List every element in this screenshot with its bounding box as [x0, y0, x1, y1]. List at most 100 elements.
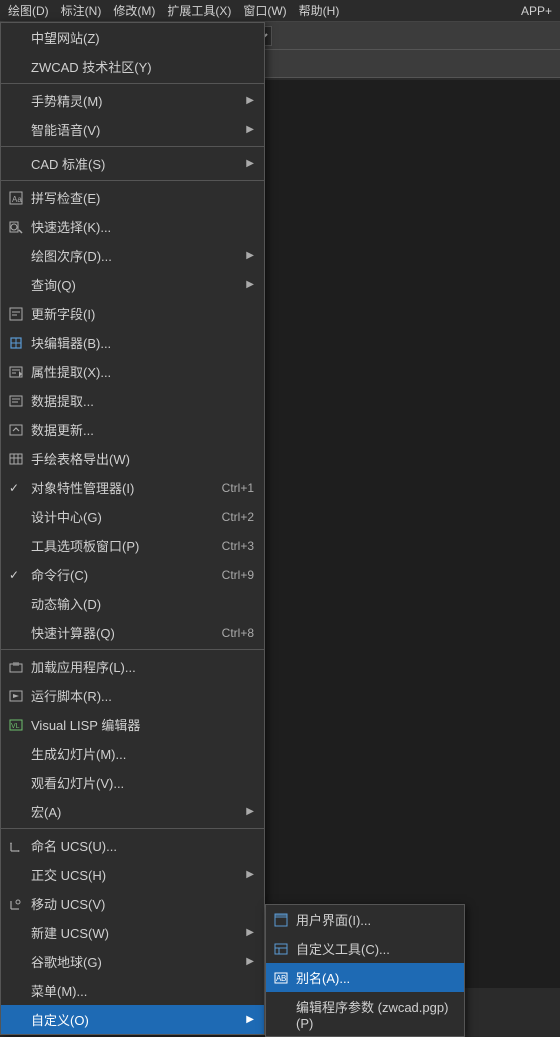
menu-item-data-update[interactable]: 数据更新...: [1, 415, 264, 444]
menu-item-block-editor[interactable]: 块编辑器(B)...: [1, 328, 264, 357]
main-dropdown-menu: 中望网站(Z) ZWCAD 技术社区(Y) 手势精灵(M) ▶ 智能语音(V) …: [0, 22, 265, 1035]
named-ucs-icon: [7, 839, 25, 853]
menu-item-draw-order[interactable]: 绘图次序(D)... ▶: [1, 241, 264, 270]
menu-item-label: 快速计算器(Q): [31, 623, 115, 642]
shortcut-label: Ctrl+9: [222, 568, 254, 582]
menu-window[interactable]: 窗口(W): [237, 0, 292, 21]
menu-item-load-app[interactable]: 加载应用程序(L)...: [1, 652, 264, 681]
menu-item-gen-slide[interactable]: 生成幻灯片(M)...: [1, 739, 264, 768]
separator-1: [1, 83, 264, 84]
menu-item-customize[interactable]: 自定义(O) ▶: [1, 1005, 264, 1034]
menu-item-label: 更新字段(I): [31, 304, 95, 323]
separator-2: [1, 146, 264, 147]
menu-item-label: Visual LISP 编辑器: [31, 715, 140, 734]
menu-item-gesture[interactable]: 手势精灵(M) ▶: [1, 86, 264, 115]
submenu-arrow-icon: ▶: [246, 927, 254, 938]
menu-item-new-ucs[interactable]: 新建 UCS(W) ▶: [1, 918, 264, 947]
menu-item-zwcad-tech[interactable]: ZWCAD 技术社区(Y): [1, 52, 264, 81]
menu-item-view-slide[interactable]: 观看幻灯片(V)...: [1, 768, 264, 797]
menu-item-label: 谷歌地球(G): [31, 952, 102, 971]
custom-tool-icon: [272, 942, 290, 956]
menu-item-design-center[interactable]: 设计中心(G) Ctrl+2: [1, 502, 264, 531]
data-update-icon: [7, 423, 25, 437]
customize-submenu: 用户界面(I)... 自定义工具(C)... A: [265, 904, 465, 1037]
menu-item-query[interactable]: 查询(Q) ▶: [1, 270, 264, 299]
menu-item-label: 观看幻灯片(V)...: [31, 773, 124, 792]
app-plus-button[interactable]: APP+: [515, 2, 558, 20]
submenu-item-custom-tool[interactable]: 自定义工具(C)...: [266, 934, 464, 963]
shortcut-label: Ctrl+8: [222, 626, 254, 640]
menu-item-label: 新建 UCS(W): [31, 923, 109, 942]
submenu-item-label: 自定义工具(C)...: [296, 939, 390, 958]
menu-item-dynamic-input[interactable]: 动态输入(D): [1, 589, 264, 618]
menu-item-quick-select[interactable]: 快速选择(K)...: [1, 212, 264, 241]
menu-item-label: 正交 UCS(H): [31, 865, 106, 884]
menu-item-label: 运行脚本(R)...: [31, 686, 112, 705]
dropdown-container: 中望网站(Z) ZWCAD 技术社区(Y) 手势精灵(M) ▶ 智能语音(V) …: [0, 22, 265, 1035]
visual-lisp-icon: VL: [7, 718, 25, 732]
menu-item-attr-extract[interactable]: 属性提取(X)...: [1, 357, 264, 386]
menu-item-label: 查询(Q): [31, 275, 76, 294]
menu-item-update-field[interactable]: 更新字段(I): [1, 299, 264, 328]
menu-item-label: 拼写检查(E): [31, 188, 100, 207]
block-editor-icon: [7, 336, 25, 350]
menu-item-data-extract[interactable]: 数据提取...: [1, 386, 264, 415]
svg-text:B: B: [281, 974, 286, 983]
menu-ext-tools[interactable]: 扩展工具(X): [161, 0, 237, 21]
submenu-arrow-icon: ▶: [246, 869, 254, 880]
menu-item-visual-lisp[interactable]: VL Visual LISP 编辑器: [1, 710, 264, 739]
menu-modify[interactable]: 修改(M): [107, 0, 161, 21]
menu-item-google-earth[interactable]: 谷歌地球(G) ▶: [1, 947, 264, 976]
menu-item-obj-prop-mgr[interactable]: ✓ 对象特性管理器(I) Ctrl+1: [1, 473, 264, 502]
submenu-arrow-icon: ▶: [246, 279, 254, 290]
submenu-arrow-icon: ▶: [246, 956, 254, 967]
checkmark-icon: ✓: [9, 568, 19, 582]
data-extract-icon: [7, 394, 25, 408]
menu-item-label: 设计中心(G): [31, 507, 102, 526]
menu-item-label: 数据提取...: [31, 391, 94, 410]
menu-item-tool-palette[interactable]: 工具选项板窗口(P) Ctrl+3: [1, 531, 264, 560]
menu-item-named-ucs[interactable]: 命名 UCS(U)...: [1, 831, 264, 860]
menu-item-run-script[interactable]: 运行脚本(R)...: [1, 681, 264, 710]
menu-item-label: ZWCAD 技术社区(Y): [31, 57, 152, 76]
submenu-arrow-icon: ▶: [246, 124, 254, 135]
menu-item-cmdline[interactable]: ✓ 命令行(C) Ctrl+9: [1, 560, 264, 589]
separator-3: [1, 180, 264, 181]
submenu-arrow-icon: ▶: [246, 158, 254, 169]
menu-item-smart-voice[interactable]: 智能语音(V) ▶: [1, 115, 264, 144]
shortcut-label: Ctrl+1: [222, 481, 254, 495]
menu-item-move-ucs[interactable]: 移动 UCS(V): [1, 889, 264, 918]
menu-item-label: CAD 标准(S): [31, 154, 105, 173]
spell-check-icon: Aa: [7, 191, 25, 205]
menu-item-label: 快速选择(K)...: [31, 217, 111, 236]
attr-extract-icon: [7, 365, 25, 379]
menu-item-label: 智能语音(V): [31, 120, 100, 139]
update-field-icon: [7, 307, 25, 321]
menu-item-quick-calc[interactable]: 快速计算器(Q) Ctrl+8: [1, 618, 264, 647]
menu-item-menu-edit[interactable]: 菜单(M)...: [1, 976, 264, 1005]
menu-help[interactable]: 帮助(H): [293, 0, 346, 21]
submenu-arrow-icon: ▶: [246, 1014, 254, 1025]
menu-item-spell-check[interactable]: Aa 拼写检查(E): [1, 183, 264, 212]
menu-item-label: 命令行(C): [31, 565, 88, 584]
menu-item-label: 自定义(O): [31, 1010, 89, 1029]
load-app-icon: [7, 660, 25, 674]
menu-item-label: 工具选项板窗口(P): [31, 536, 139, 555]
menu-item-label: 块编辑器(B)...: [31, 333, 111, 352]
submenu-item-label: 别名(A)...: [296, 968, 350, 987]
menu-item-label: 中望网站(Z): [31, 28, 100, 47]
menu-item-cad-standard[interactable]: CAD 标准(S) ▶: [1, 149, 264, 178]
menu-item-ortho-ucs[interactable]: 正交 UCS(H) ▶: [1, 860, 264, 889]
menu-item-macro[interactable]: 宏(A) ▶: [1, 797, 264, 826]
submenu-item-label: 编辑程序参数 (zwcad.pgp)(P): [296, 997, 454, 1031]
menu-item-label: 数据更新...: [31, 420, 94, 439]
menu-dim[interactable]: 标注(N): [55, 0, 108, 21]
submenu-item-user-interface[interactable]: 用户界面(I)...: [266, 905, 464, 934]
user-interface-icon: [272, 913, 290, 927]
menu-item-table-export[interactable]: 手绘表格导出(W): [1, 444, 264, 473]
menu-item-zhongwang[interactable]: 中望网站(Z): [1, 23, 264, 52]
separator-4: [1, 649, 264, 650]
submenu-arrow-icon: ▶: [246, 250, 254, 261]
menu-draw[interactable]: 绘图(D): [2, 0, 55, 21]
submenu-item-edit-pgp[interactable]: 编辑程序参数 (zwcad.pgp)(P): [266, 992, 464, 1036]
